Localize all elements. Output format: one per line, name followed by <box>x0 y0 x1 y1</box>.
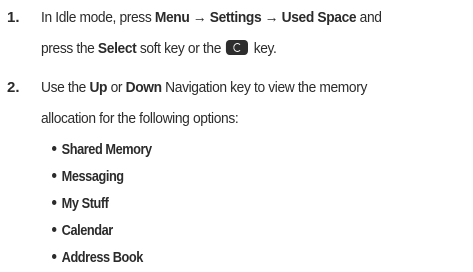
menu-key-label: Menu <box>154 9 190 26</box>
used-space-label: Used Space <box>281 9 357 26</box>
down-key-label: Down <box>125 79 162 96</box>
step-text-segment: key. <box>250 40 277 57</box>
bullet-icon <box>52 200 57 205</box>
step-text: In Idle mode, press Menu → Settings → Us… <box>41 2 432 64</box>
step-number: 2. <box>7 79 20 96</box>
ok-key-icon <box>226 40 249 55</box>
list-item: Address Book <box>52 245 143 271</box>
option-label: Address Book <box>61 250 144 266</box>
step-text-segment: Use the <box>41 79 90 96</box>
step-text-segment: soft key or the <box>136 40 225 57</box>
step-text: Use the Up or Down Navigation key to vie… <box>41 72 432 134</box>
step-number: 1. <box>7 9 20 26</box>
step-text-segment: press the <box>41 40 98 57</box>
arrow-glyph: → <box>261 9 282 26</box>
select-key-label: Select <box>97 40 137 57</box>
list-item: Calendar <box>52 218 113 244</box>
step-text-segment: In Idle mode, press <box>41 9 155 26</box>
option-label: Calendar <box>61 223 114 239</box>
step-text-segment: and <box>356 9 382 26</box>
arrow-glyph: → <box>189 9 210 26</box>
bullet-icon <box>52 254 57 259</box>
up-key-label: Up <box>89 79 108 96</box>
bullet-icon <box>52 227 57 232</box>
list-item: Shared Memory <box>52 137 152 163</box>
step-text-segment: or <box>107 79 126 96</box>
option-label: Messaging <box>61 169 124 185</box>
option-label: Shared Memory <box>61 142 152 158</box>
instruction-document: 1. In Idle mode, press Menu → Settings →… <box>0 0 473 272</box>
list-item: Messaging <box>52 164 124 190</box>
list-item: My Stuff <box>52 191 109 217</box>
option-label: My Stuff <box>61 196 109 212</box>
settings-label: Settings <box>209 9 262 26</box>
step-text-segment: allocation for the following options: <box>41 110 239 127</box>
bullet-icon <box>52 146 57 151</box>
bullet-icon <box>52 173 57 178</box>
step-text-segment: Navigation key to view the memory <box>161 79 368 96</box>
